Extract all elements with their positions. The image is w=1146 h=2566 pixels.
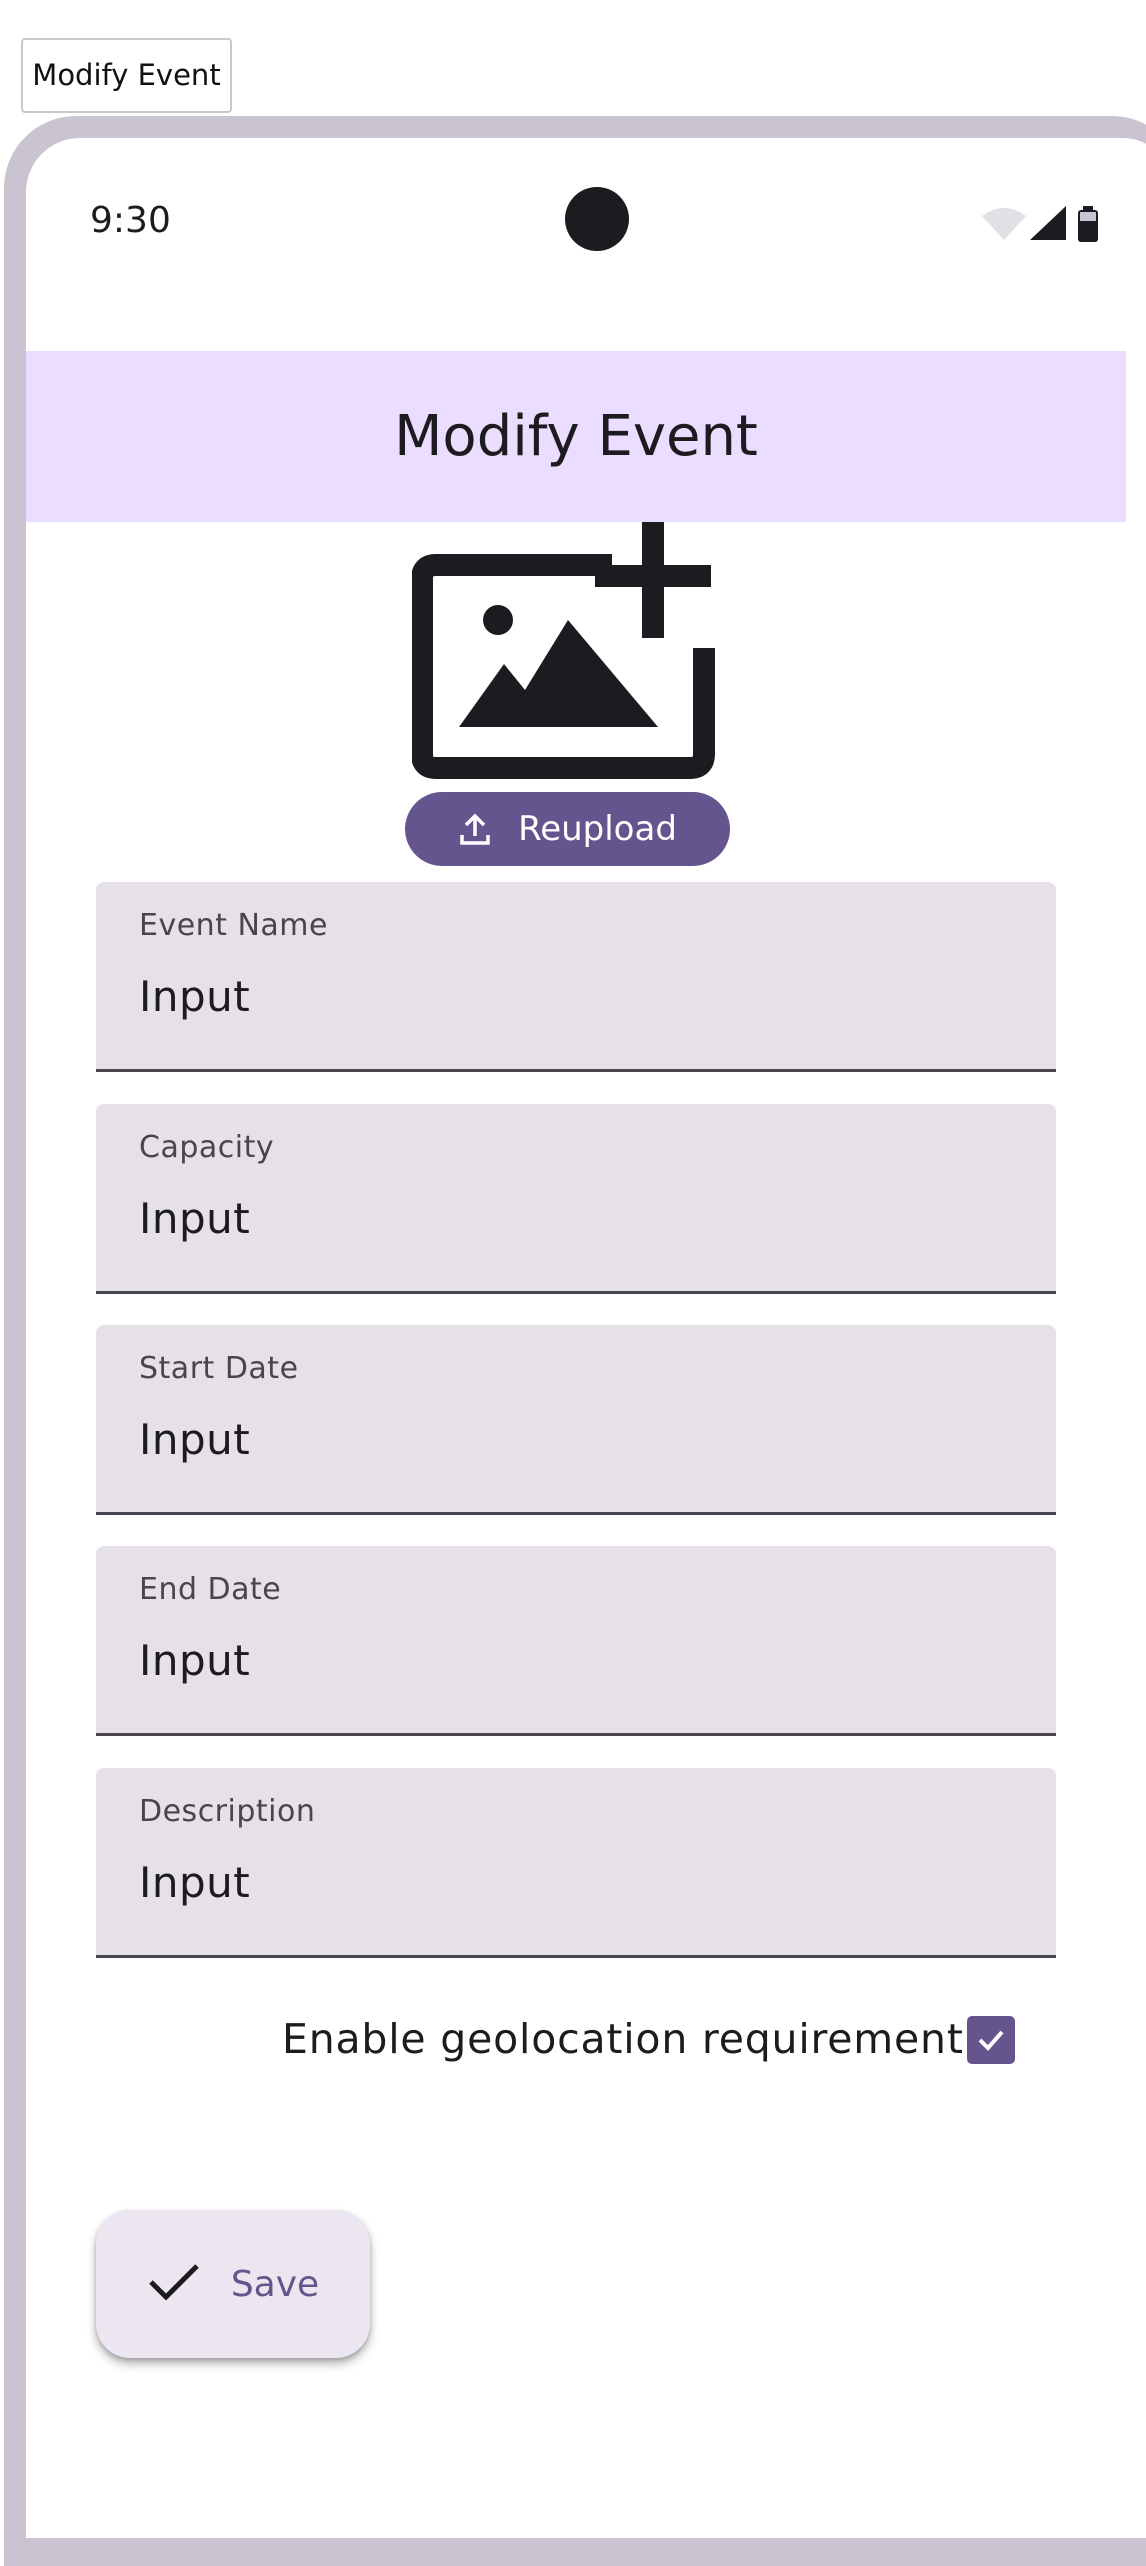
signal-icon <box>1030 206 1066 240</box>
check-icon <box>147 2260 201 2308</box>
geolocation-row: Enable geolocation requirement <box>26 2000 1126 2080</box>
wifi-icon <box>982 208 1026 240</box>
capacity-field[interactable]: Capacity Input <box>96 1104 1056 1294</box>
add-photo-icon[interactable] <box>411 522 722 782</box>
description-label: Description <box>139 1794 316 1829</box>
upload-icon <box>458 812 492 846</box>
end-date-field[interactable]: End Date Input <box>96 1546 1056 1736</box>
top-app-bar: Modify Event <box>26 351 1126 522</box>
checkmark-icon <box>978 2030 1004 2051</box>
capacity-label: Capacity <box>139 1130 275 1165</box>
event-name-field[interactable]: Event Name Input <box>96 882 1056 1072</box>
event-name-label: Event Name <box>139 908 328 943</box>
event-name-value[interactable]: Input <box>139 972 250 1021</box>
geolocation-label: Enable geolocation requirement <box>282 2015 964 2063</box>
battery-icon <box>1078 206 1098 242</box>
status-icons <box>976 202 1136 246</box>
phone-screen: 9:30 Modify Event Reupload Event Name In… <box>26 138 1146 2538</box>
window-title-tab: Modify Event <box>21 38 232 113</box>
end-date-label: End Date <box>139 1572 282 1607</box>
save-button[interactable]: Save <box>96 2210 370 2358</box>
reupload-button[interactable]: Reupload <box>405 792 730 866</box>
status-time: 9:30 <box>90 200 171 241</box>
page-title: Modify Event <box>394 404 758 469</box>
capacity-value[interactable]: Input <box>139 1194 250 1243</box>
start-date-field[interactable]: Start Date Input <box>96 1325 1056 1515</box>
description-field[interactable]: Description Input <box>96 1768 1056 1958</box>
end-date-value[interactable]: Input <box>139 1636 250 1685</box>
save-label: Save <box>230 2263 320 2305</box>
description-value[interactable]: Input <box>139 1858 250 1907</box>
start-date-label: Start Date <box>139 1351 299 1386</box>
geolocation-checkbox[interactable] <box>967 2016 1015 2064</box>
reupload-label: Reupload <box>518 809 677 849</box>
camera-cutout <box>565 187 629 251</box>
start-date-value[interactable]: Input <box>139 1415 250 1464</box>
